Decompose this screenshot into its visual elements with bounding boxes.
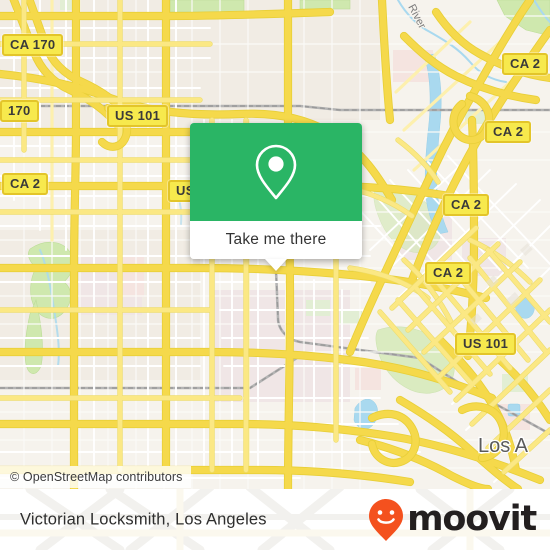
take-me-there-button[interactable]: Take me there	[190, 221, 362, 259]
moovit-wordmark: moovit	[407, 499, 537, 539]
footer-bar: Victorian Locksmith, Los Angeles moovit	[0, 489, 550, 550]
highway-shield: CA 2	[502, 53, 549, 75]
map-place-label: Los A	[478, 435, 529, 457]
osm-attribution[interactable]: © OpenStreetMap contributors	[0, 466, 191, 488]
take-me-there-label: Take me there	[225, 231, 327, 248]
osm-attribution-text: © OpenStreetMap contributors	[10, 470, 183, 484]
map-canvas[interactable]: .bg { fill:#f2efe9; } .bgalt { fill:#f6f…	[0, 0, 550, 489]
highway-shield: CA 2	[425, 262, 472, 284]
popup-pin-panel	[190, 123, 362, 221]
highway-shield: US 101	[107, 105, 169, 127]
highway-shield: CA 170	[2, 34, 64, 56]
page-title: Victorian Locksmith, Los Angeles	[20, 510, 267, 528]
highway-shield: CA 2	[2, 173, 49, 195]
popup-pointer-tail	[265, 259, 287, 271]
moovit-map-screenshot: .bg { fill:#f2efe9; } .bgalt { fill:#f6f…	[0, 0, 550, 550]
highway-shield: CA 2	[443, 194, 490, 216]
highway-shield: 170	[0, 100, 39, 122]
moovit-logo[interactable]: moovit	[367, 498, 537, 542]
highway-shield: US 101	[455, 333, 517, 355]
moovit-smiley-pin-icon	[369, 498, 404, 541]
location-popup-card[interactable]: Take me there	[190, 123, 362, 271]
location-pin-icon	[255, 144, 297, 200]
highway-shield: CA 2	[485, 121, 532, 143]
